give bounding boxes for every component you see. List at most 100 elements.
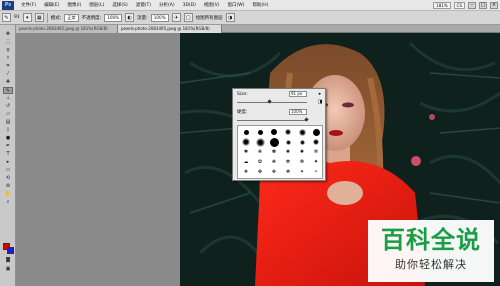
- opacity-input[interactable]: 100%: [104, 13, 123, 22]
- gradient-tool-icon[interactable]: ▤: [3, 119, 13, 126]
- 3d-orbit-tool-icon[interactable]: ⊛: [3, 183, 13, 190]
- brush-preset-28[interactable]: ❃: [281, 167, 295, 177]
- menu-layer[interactable]: 图层(L): [85, 0, 108, 11]
- menu-file[interactable]: 文件(F): [17, 0, 40, 11]
- brush-tip-glyph: ❃: [285, 168, 291, 175]
- hand-tool-icon[interactable]: ✋: [3, 191, 13, 198]
- eraser-tool-icon[interactable]: ▱: [3, 111, 13, 118]
- healing-brush-tool-icon[interactable]: ✚: [3, 79, 13, 86]
- brush-size-readout[interactable]: 91: [14, 15, 20, 20]
- brush-preset-8[interactable]: [253, 137, 267, 147]
- clone-stamp-tool-icon[interactable]: ⊥: [3, 95, 13, 102]
- type-tool-icon[interactable]: T: [3, 151, 13, 158]
- flow-label: 流量:: [137, 15, 148, 21]
- blur-tool-icon[interactable]: ◊: [3, 127, 13, 134]
- brush-preset-14[interactable]: ❋: [253, 147, 267, 157]
- brush-preset-5[interactable]: [295, 127, 309, 137]
- brush-tool-icon[interactable]: ✎: [2, 13, 11, 22]
- brush-preset-2[interactable]: [253, 127, 267, 137]
- dodge-tool-icon[interactable]: ●: [3, 135, 13, 142]
- maximize-icon[interactable]: □: [479, 2, 487, 9]
- hardness-slider-knob[interactable]: [304, 117, 309, 122]
- panel-menu-icon[interactable]: ▸: [317, 91, 323, 97]
- path-select-tool-icon[interactable]: ▸: [3, 159, 13, 166]
- size-input[interactable]: 91 px: [289, 91, 307, 97]
- hardness-input[interactable]: 100%: [289, 109, 307, 115]
- zoom-level[interactable]: 181%: [433, 2, 451, 9]
- brush-preset-1[interactable]: [239, 127, 253, 137]
- brush-preset-11[interactable]: [295, 137, 309, 147]
- menu-analysis[interactable]: 分析(A): [155, 0, 179, 11]
- brush-preset-20[interactable]: ✿: [253, 157, 267, 167]
- brush-preset-24[interactable]: ✷: [309, 157, 323, 167]
- brush-panel-toggle-icon[interactable]: ▦: [34, 13, 44, 22]
- brush-preset-15[interactable]: ✽: [267, 147, 281, 157]
- document-tab-2[interactable]: pexels-photo-2083495.jpeg @ 181%(RGB/8): [118, 25, 222, 33]
- document-tab-1[interactable]: pexels-photo-2083495.jpeg @ 181%(RGB/8): [16, 25, 118, 33]
- brush-preset-22[interactable]: ✾: [281, 157, 295, 167]
- pen-tool-icon[interactable]: ✒: [3, 143, 13, 150]
- menu-edit[interactable]: 编辑(E): [40, 0, 63, 11]
- brush-preset-18[interactable]: ✻: [309, 147, 323, 157]
- close-icon[interactable]: ×: [490, 2, 498, 9]
- menu-3d[interactable]: 3D(D): [179, 0, 200, 11]
- brush-preset-picker-icon[interactable]: ▾: [22, 13, 32, 22]
- quick-select-tool-icon[interactable]: ✧: [3, 55, 13, 62]
- menu-select[interactable]: 选择(S): [108, 0, 131, 11]
- brush-preset-4[interactable]: [281, 127, 295, 137]
- brush-tip-glyph: ✦: [299, 168, 305, 175]
- menu-help[interactable]: 帮助(H): [248, 0, 272, 11]
- lasso-tool-icon[interactable]: ϙ: [3, 47, 13, 54]
- cs-live-badge[interactable]: CS: [453, 2, 465, 9]
- airbrush-icon[interactable]: ✈: [171, 13, 181, 22]
- brush-preset-30[interactable]: ✧: [309, 167, 323, 177]
- size-slider[interactable]: [237, 102, 307, 103]
- mode-select[interactable]: 正常: [64, 13, 79, 22]
- history-brush-tool-icon[interactable]: ↺: [3, 103, 13, 110]
- shape-tool-icon[interactable]: ▭: [3, 167, 13, 174]
- brush-tip-glyph: ☁: [243, 158, 249, 165]
- eyedropper-tool-icon[interactable]: ⁄: [3, 71, 13, 78]
- brush-preset-12[interactable]: [309, 137, 323, 147]
- flow-input[interactable]: 100%: [150, 13, 169, 22]
- menu-filter[interactable]: 滤镜(T): [132, 0, 155, 11]
- brush-preset-3[interactable]: [267, 127, 281, 137]
- move-tool-icon[interactable]: ✥: [3, 31, 13, 38]
- menu-image[interactable]: 图像(I): [63, 0, 85, 11]
- screen-mode-icon[interactable]: ▣: [3, 266, 13, 273]
- marquee-tool-icon[interactable]: ⬚: [3, 39, 13, 46]
- brush-tip-soft: [298, 128, 306, 136]
- menu-view[interactable]: 视图(V): [200, 0, 224, 11]
- brush-preset-7[interactable]: [239, 137, 253, 147]
- menu-window[interactable]: 窗口(W): [223, 0, 248, 11]
- brush-preset-29[interactable]: ✦: [295, 167, 309, 177]
- brush-preset-19[interactable]: ☁: [239, 157, 253, 167]
- brush-preset-26[interactable]: ✤: [253, 167, 267, 177]
- brush-preset-27[interactable]: ✥: [267, 167, 281, 177]
- brush-tip-glyph: ✻: [313, 148, 319, 155]
- brush-preset-13[interactable]: ✱: [239, 147, 253, 157]
- brush-preset-23[interactable]: ❁: [295, 157, 309, 167]
- brush-preset-17[interactable]: ✹: [295, 147, 309, 157]
- brush-preset-25[interactable]: ❖: [239, 167, 253, 177]
- brush-preset-16[interactable]: ✺: [281, 147, 295, 157]
- 3d-rotate-tool-icon[interactable]: ⟲: [3, 175, 13, 182]
- brush-tip-soft: [242, 138, 250, 146]
- pen-pressure-size-icon[interactable]: ◑: [225, 13, 235, 22]
- brush-preset-10[interactable]: [281, 137, 295, 147]
- brush-preset-9[interactable]: [267, 137, 281, 147]
- quick-mask-icon[interactable]: ◙: [3, 257, 13, 264]
- hardness-slider[interactable]: [237, 120, 307, 121]
- size-label: Size:: [237, 92, 248, 97]
- brush-tool-icon[interactable]: ✎: [3, 87, 13, 94]
- crop-tool-icon[interactable]: ⌗: [3, 63, 13, 70]
- zoom-tool-icon[interactable]: ⌕: [3, 199, 13, 206]
- sample-all-layers-checkbox[interactable]: □: [183, 13, 193, 22]
- save-preset-icon[interactable]: ◨: [317, 99, 323, 105]
- pen-pressure-opacity-icon[interactable]: ◐: [125, 13, 135, 22]
- brush-preset-6[interactable]: [309, 127, 323, 137]
- brush-preset-21[interactable]: ❀: [267, 157, 281, 167]
- brush-tip-glyph: ❀: [271, 158, 277, 165]
- background-color-swatch[interactable]: [7, 247, 14, 254]
- minimize-icon[interactable]: –: [468, 2, 476, 9]
